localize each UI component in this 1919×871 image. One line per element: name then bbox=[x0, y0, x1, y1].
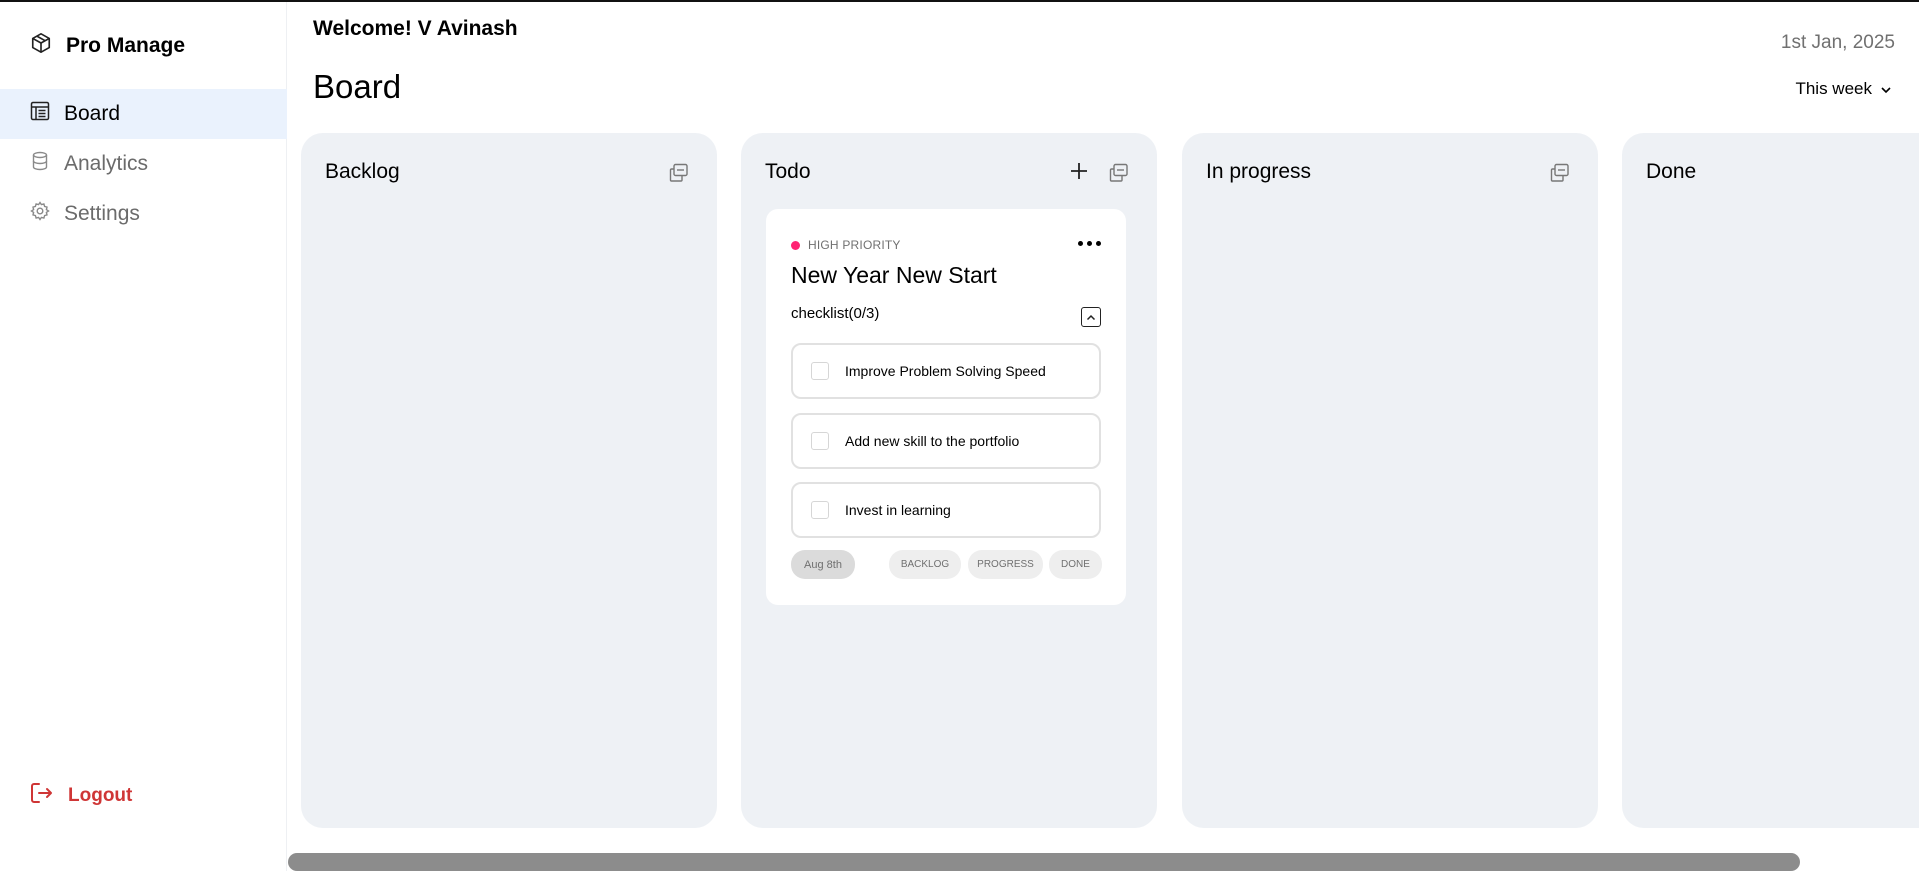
task-checkbox[interactable] bbox=[811, 501, 829, 519]
chevron-up-icon[interactable] bbox=[1081, 307, 1101, 327]
sidebar-item-board[interactable]: Board bbox=[0, 89, 287, 139]
checklist-item: Invest in learning bbox=[791, 482, 1101, 538]
sidebar-item-analytics[interactable]: Analytics bbox=[0, 139, 287, 189]
due-date-badge: Aug 8th bbox=[791, 550, 855, 579]
checklist-label: checklist(0/3) bbox=[791, 305, 880, 322]
add-task-button[interactable] bbox=[1067, 161, 1091, 185]
brand: Pro Manage bbox=[30, 32, 185, 59]
task-card: HIGH PRIORITY New Year New Start checkli… bbox=[766, 209, 1126, 605]
column-todo: Todo HIGH PRIORITY New Year New Start ch… bbox=[741, 133, 1157, 828]
more-options-icon[interactable] bbox=[1078, 237, 1101, 250]
column-title: Backlog bbox=[325, 160, 400, 183]
logout-icon bbox=[30, 782, 54, 810]
sidebar-item-label: Analytics bbox=[64, 152, 149, 175]
task-text: Add new skill to the portfolio bbox=[845, 433, 1020, 449]
collapse-all-icon[interactable] bbox=[667, 161, 691, 185]
database-icon bbox=[30, 151, 50, 177]
task-text: Invest in learning bbox=[845, 502, 951, 518]
move-to-progress-button[interactable]: PROGRESS bbox=[968, 550, 1043, 579]
task-checkbox[interactable] bbox=[811, 362, 829, 380]
card-title: New Year New Start bbox=[791, 262, 997, 288]
sidebar-nav: Board Analytics Settings bbox=[0, 89, 287, 239]
column-backlog: Backlog bbox=[301, 133, 717, 828]
app-name: Pro Manage bbox=[66, 33, 186, 57]
board-icon bbox=[30, 101, 50, 127]
welcome-message: Welcome! V Avinash bbox=[313, 17, 518, 40]
checklist-item: Add new skill to the portfolio bbox=[791, 413, 1101, 469]
gear-icon bbox=[30, 201, 50, 227]
current-date: 1st Jan, 2025 bbox=[1780, 32, 1895, 53]
column-in-progress: In progress bbox=[1182, 133, 1598, 828]
plus-icon bbox=[1070, 162, 1088, 185]
column-title: Done bbox=[1646, 160, 1697, 183]
collapse-all-icon[interactable] bbox=[1548, 161, 1572, 185]
period-value: This week bbox=[1795, 79, 1872, 98]
collapse-all-icon[interactable] bbox=[1107, 161, 1131, 185]
horizontal-scrollbar[interactable] bbox=[288, 853, 1800, 871]
page-title: Board bbox=[313, 68, 402, 105]
cube-logo-icon bbox=[30, 32, 52, 59]
priority-label: HIGH PRIORITY bbox=[791, 238, 901, 252]
task-checkbox[interactable] bbox=[811, 432, 829, 450]
logout-button[interactable]: Logout bbox=[30, 782, 132, 810]
sidebar-item-label: Settings bbox=[64, 202, 140, 225]
sidebar: Pro Manage Board Analytics Settings Logo… bbox=[0, 2, 287, 871]
priority-text: HIGH PRIORITY bbox=[808, 238, 901, 252]
column-done: Done bbox=[1622, 133, 1919, 828]
priority-dot bbox=[791, 240, 800, 250]
sidebar-item-settings[interactable]: Settings bbox=[0, 189, 287, 239]
checklist-item: Improve Problem Solving Speed bbox=[791, 343, 1101, 399]
period-dropdown[interactable]: This week bbox=[1795, 79, 1892, 99]
column-title: Todo bbox=[765, 160, 811, 183]
move-to-done-button[interactable]: DONE bbox=[1049, 550, 1102, 579]
task-text: Improve Problem Solving Speed bbox=[845, 363, 1046, 379]
column-title: In progress bbox=[1206, 160, 1312, 183]
window-top-border bbox=[0, 0, 1919, 2]
sidebar-item-label: Board bbox=[64, 102, 121, 125]
logout-label: Logout bbox=[68, 785, 133, 806]
chevron-down-icon bbox=[1880, 79, 1892, 99]
move-to-backlog-button[interactable]: BACKLOG bbox=[889, 550, 961, 579]
